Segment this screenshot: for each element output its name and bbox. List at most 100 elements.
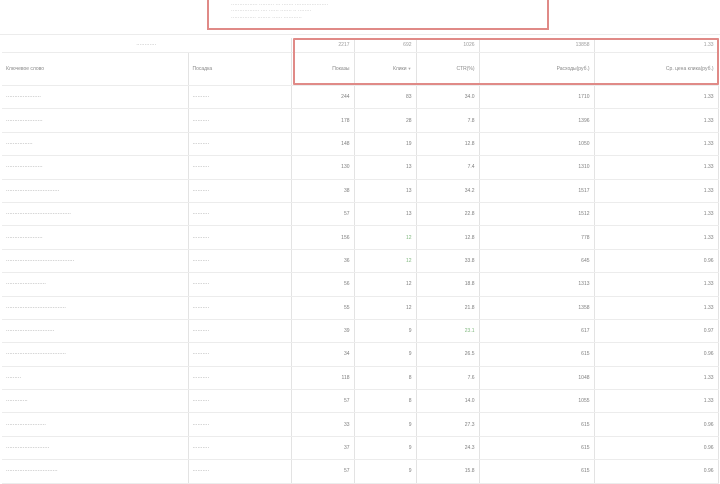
info-panel: ················ ········· ··· ······· ·… [207, 0, 549, 30]
header-keyword-label: Ключевое слово [6, 66, 45, 72]
metric2-cell: 28 [354, 108, 417, 133]
metric2-cell: 8 [354, 389, 417, 414]
metric1-cell: 55 [291, 296, 355, 320]
url-cell: ·········· [188, 249, 292, 274]
metric4-cell: 1512 [479, 202, 595, 227]
table-row[interactable]: ····················· ·········· 244 83 34.0… [2, 85, 719, 110]
table-row[interactable]: ························ ·········· 56 12 18… [2, 272, 719, 297]
url-cell: ·········· [188, 108, 292, 133]
header-metric4[interactable]: Расходы(руб.) [479, 52, 595, 86]
metric4-cell: 615 [479, 436, 595, 461]
url-cell: ·········· [188, 272, 292, 297]
metric1-cell: 34 [291, 342, 355, 367]
keyword-cell[interactable]: ························ [2, 412, 189, 437]
table-row[interactable]: ········· ·········· 118 8 7.6 1048 1.33 [2, 366, 719, 391]
url-cell: ·········· [188, 155, 292, 180]
total-metric4: 13858 [479, 38, 595, 53]
metric3-cell: 23.1 [416, 319, 480, 344]
header-metric2[interactable]: Клики▼ [354, 52, 417, 86]
keyword-cell[interactable]: ································ [2, 179, 189, 203]
url-cell: ·········· [188, 342, 292, 367]
sort-desc-icon[interactable]: ▼ [408, 66, 412, 71]
keyword-cell[interactable]: ········································… [2, 249, 189, 274]
keyword-cell[interactable]: ············· [2, 389, 189, 414]
metric2-cell: 9 [354, 436, 417, 461]
table-row[interactable]: ······················ ·········· 130 13 7.4… [2, 155, 719, 180]
table-row[interactable]: ······················ ·········· 156 12 12.… [2, 225, 719, 250]
table-row[interactable]: ················ ·········· 148 19 12.8 1050 1… [2, 132, 719, 157]
metric3-cell: 26.5 [416, 342, 480, 367]
metric4-cell: 1048 [479, 366, 595, 391]
keyword-cell[interactable]: ······································· [2, 202, 189, 227]
header-metric5[interactable]: Ср. цена клика(руб.) [594, 52, 719, 86]
table-row[interactable]: ······················ ·········· 178 28 7.8… [2, 108, 719, 133]
total-metric2: 692 [354, 38, 417, 53]
metric2-cell: 9 [354, 342, 417, 367]
totals-row: ············ 2217 692 1026 13858 1.33 [2, 38, 719, 53]
header-url-label: Посадка [192, 66, 213, 72]
table-row[interactable]: ·························· ·········· 37 9 2… [2, 436, 719, 461]
metric5-cell: 1.33 [594, 366, 719, 391]
keyword-cell[interactable]: ························ [2, 272, 189, 297]
keyword-cell[interactable]: ···································· [2, 296, 189, 320]
header-url[interactable]: Посадка [188, 52, 292, 86]
keyword-cell[interactable]: ········· [2, 366, 189, 391]
info-line-2: ················· ···· ······ ······· ··… [231, 8, 312, 14]
keyword-cell[interactable]: ····················· [2, 85, 189, 110]
metric2-cell: 8 [354, 366, 417, 391]
metric4-cell: 615 [479, 342, 595, 367]
metric2-cell: 9 [354, 319, 417, 344]
metric3-cell: 24.3 [416, 436, 480, 461]
url-cell: ·········· [188, 85, 292, 110]
keyword-cell[interactable]: ···································· [2, 342, 189, 367]
header-metric1[interactable]: Показы [291, 52, 355, 86]
metric2-cell: 12 [354, 249, 417, 274]
metric5-cell: 1.33 [594, 179, 719, 203]
table-row[interactable]: ········································… [2, 202, 719, 227]
metric2-cell: 13 [354, 202, 417, 227]
metric1-cell: 148 [291, 132, 355, 157]
keyword-cell[interactable]: ······················ [2, 225, 189, 250]
header-metric3[interactable]: CTR(%) [416, 52, 480, 86]
metric3-cell: 18.8 [416, 272, 480, 297]
table-row[interactable]: ········································… [2, 249, 719, 274]
keyword-cell[interactable]: ······················ [2, 108, 189, 133]
keyword-cell[interactable]: ················ [2, 132, 189, 157]
metric1-cell: 178 [291, 108, 355, 133]
table-row[interactable]: ········································… [2, 342, 719, 367]
url-cell: ·········· [188, 202, 292, 227]
metric5-cell: 1.33 [594, 155, 719, 180]
url-cell: ·········· [188, 296, 292, 320]
header-keyword[interactable]: Ключевое слово [2, 52, 189, 86]
url-cell: ·········· [188, 389, 292, 414]
metric1-cell: 37 [291, 436, 355, 461]
metric2-cell: 12 [354, 272, 417, 297]
keyword-cell[interactable]: ·························· [2, 436, 189, 461]
metric2-cell: 9 [354, 412, 417, 437]
metric2-cell: 13 [354, 179, 417, 203]
total-metric1: 2217 [291, 38, 355, 53]
table-row[interactable]: ························ ·········· 33 9 27.… [2, 412, 719, 437]
metric1-cell: 130 [291, 155, 355, 180]
metric4-cell: 1710 [479, 85, 595, 110]
table-row[interactable]: ············· ·········· 57 8 14.0 1055 1.33 [2, 389, 719, 414]
metric1-cell: 57 [291, 389, 355, 414]
metric1-cell: 33 [291, 412, 355, 437]
metric1-cell: 38 [291, 179, 355, 203]
table-row[interactable]: ········································… [2, 179, 719, 203]
keyword-cell[interactable]: ····························· [2, 319, 189, 344]
url-cell: ·········· [188, 412, 292, 437]
total-metric3: 1026 [416, 38, 480, 53]
metric3-cell: 22.8 [416, 202, 480, 227]
keyword-cell[interactable]: ······················ [2, 155, 189, 180]
url-cell: ·········· [188, 225, 292, 250]
table-row[interactable]: ····························· ·········· 3… [2, 319, 719, 344]
metric5-cell: 0.96 [594, 249, 719, 274]
metric3-cell: 7.4 [416, 155, 480, 180]
search-input[interactable]: ············ [2, 38, 292, 53]
metric1-cell: 57 [291, 202, 355, 227]
metric2-cell: 19 [354, 132, 417, 157]
metric4-cell: 645 [479, 249, 595, 274]
table-row[interactable]: ········································… [2, 296, 719, 320]
metric3-cell: 14.0 [416, 389, 480, 414]
